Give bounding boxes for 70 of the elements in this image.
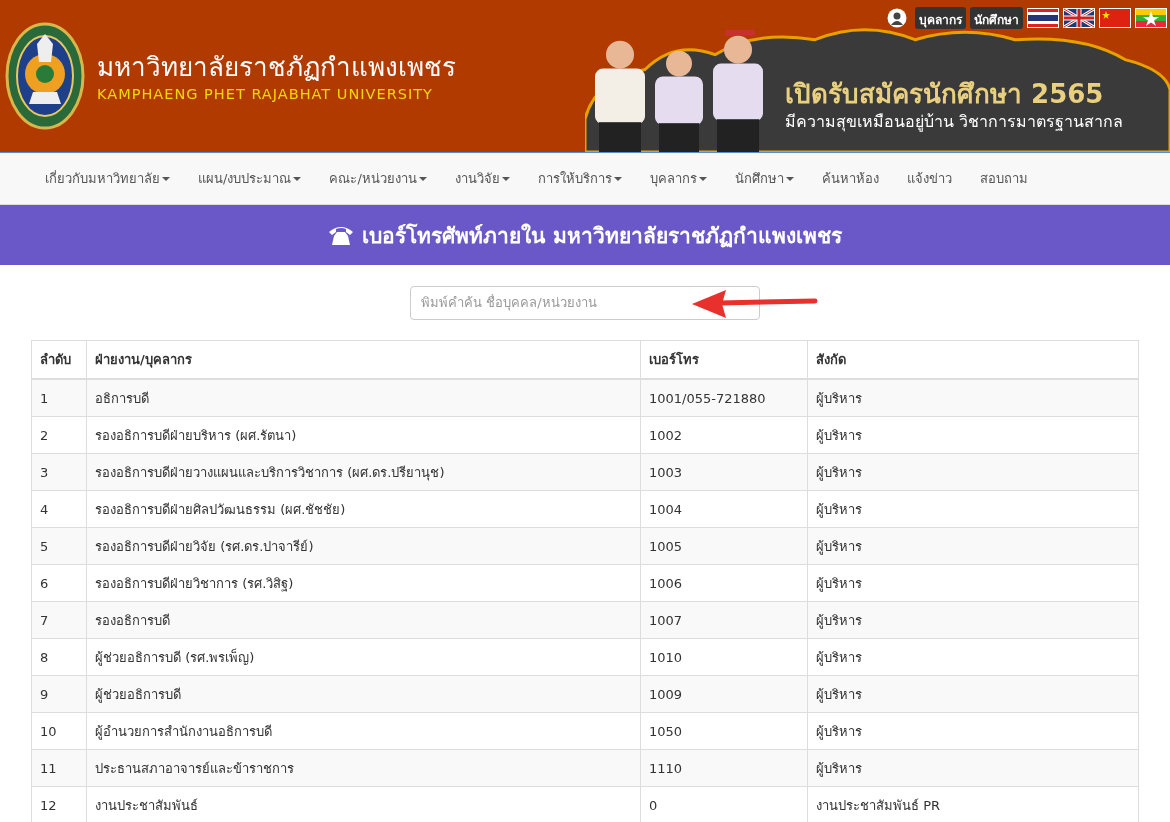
table-cell: 4 [31, 490, 87, 528]
myanmar-flag-icon[interactable] [1135, 8, 1167, 28]
table-cell: 1006 [640, 564, 808, 602]
table-cell: ผู้บริหาร [807, 749, 1139, 787]
nav-menu-item[interactable]: งานวิจัย [440, 168, 524, 189]
table-cell: 1050 [640, 712, 808, 750]
login-button[interactable]: บุคลากร [915, 7, 966, 29]
table-cell: 9 [31, 675, 87, 713]
nav-menu-item[interactable]: บุคลากร [635, 168, 721, 189]
table-cell: 1007 [640, 601, 808, 639]
table-cell: ผู้บริหาร [807, 416, 1139, 454]
table-cell: 1003 [640, 453, 808, 491]
table-cell: ผู้บริหาร [807, 601, 1139, 639]
table-cell: ผู้บริหาร [807, 564, 1139, 602]
table-cell: 2 [31, 416, 87, 454]
china-flag-icon[interactable] [1099, 8, 1131, 28]
uk-flag-icon[interactable] [1063, 8, 1095, 28]
nav-menu-item[interactable]: คณะ/หน่วยงาน [315, 168, 441, 189]
university-seal-icon [5, 22, 85, 130]
table-cell: 11 [31, 749, 87, 787]
table-cell: ผู้บริหาร [807, 379, 1139, 417]
table-cell: 3 [31, 453, 87, 491]
table-cell: ประธานสภาอาจารย์และข้าราชการ [86, 749, 641, 787]
table-cell: 1010 [640, 638, 808, 676]
table-cell: ผู้ช่วยอธิการบดี (รศ.พรเพ็ญ) [86, 638, 641, 676]
table-cell: อธิการบดี [86, 379, 641, 417]
table-cell: 5 [31, 527, 87, 565]
table-cell: รองอธิการบดีฝ่ายวางแผนและบริการวิชาการ (ผศ.ดร.ปรียานุช) [86, 453, 641, 491]
nav-menu-item[interactable]: สอบถาม [965, 168, 1042, 189]
university-name: มหาวิทยาลัยราชภัฏกำแพงเพชร [97, 51, 456, 84]
table-cell: 6 [31, 564, 87, 602]
table-cell: 1 [31, 379, 87, 417]
table-cell: ผู้บริหาร [807, 638, 1139, 676]
user-icon[interactable] [887, 8, 907, 28]
table-cell: ผู้บริหาร [807, 712, 1139, 750]
page-title: เบอร์โทรศัพท์ภายใน มหาวิทยาลัยราชภัฏกำแพงเพชร [362, 222, 842, 250]
table-cell: 1001/055-721880 [640, 379, 808, 417]
nav-menu-item[interactable]: แจ้งข่าว [892, 168, 966, 189]
search-field[interactable]: พิมพ์คำค้น ชื่อบุคคล/หน่วยงาน [410, 285, 760, 320]
table-cell: 1004 [640, 490, 808, 528]
nav-menu-item[interactable]: ค้นหาห้อง [807, 168, 893, 189]
table-cell: ผู้บริหาร [807, 527, 1139, 565]
nav-menu-item[interactable]: การให้บริการ [523, 168, 636, 189]
table-cell: ผู้บริหาร [807, 490, 1139, 528]
table-cell: ผู้บริหาร [807, 675, 1139, 713]
table-cell: ผู้บริหาร [807, 453, 1139, 491]
banner-headline: เปิดรับสมัครนักศึกษา 2565 [785, 78, 1105, 110]
university-name-english: KAMPHAENG PHET RAJABHAT UNIVERSITY [97, 86, 434, 102]
table-cell: ผู้อำนวยการสำนักงานอธิการบดี [86, 712, 641, 750]
table-cell: 1110 [640, 749, 808, 787]
table-cell: 10 [31, 712, 87, 750]
table-cell: 1005 [640, 527, 808, 565]
banner-tagline: มีความสุขเหมือนอยู่บ้าน วิชาการมาตรฐานสากล [785, 111, 1124, 134]
table-cell: 1002 [640, 416, 808, 454]
nav-menu-item[interactable]: แผน/งบประมาณ [184, 168, 316, 189]
nav-menu-item[interactable]: เกี่ยวกับมหาวิทยาลัย [31, 168, 184, 189]
table-cell: รองอธิการบดีฝ่ายวิชาการ (รศ.วิสิฐ) [86, 564, 641, 602]
table-cell: 1009 [640, 675, 808, 713]
thai-flag-icon[interactable] [1027, 8, 1059, 28]
table-cell: ผู้ช่วยอธิการบดี [86, 675, 641, 713]
table-cell: รองอธิการบดีฝ่ายศิลปวัฒนธรรม (ผศ.ชัชชัย) [86, 490, 641, 528]
table-cell: 12 [31, 786, 87, 822]
login-button[interactable]: นักศึกษา [970, 7, 1023, 29]
table-cell: 8 [31, 638, 87, 676]
table-cell: รองอธิการบดี [86, 601, 641, 639]
table-cell: 7 [31, 601, 87, 639]
phone-icon [328, 224, 355, 246]
table-cell: รองอธิการบดีฝ่ายวิจัย (รศ.ดร.ปาจารีย์) [86, 527, 641, 565]
table-cell: รองอธิการบดีฝ่ายบริหาร (ผศ.รัตนา) [86, 416, 641, 454]
nav-menu-item[interactable]: นักศึกษา [720, 168, 808, 189]
